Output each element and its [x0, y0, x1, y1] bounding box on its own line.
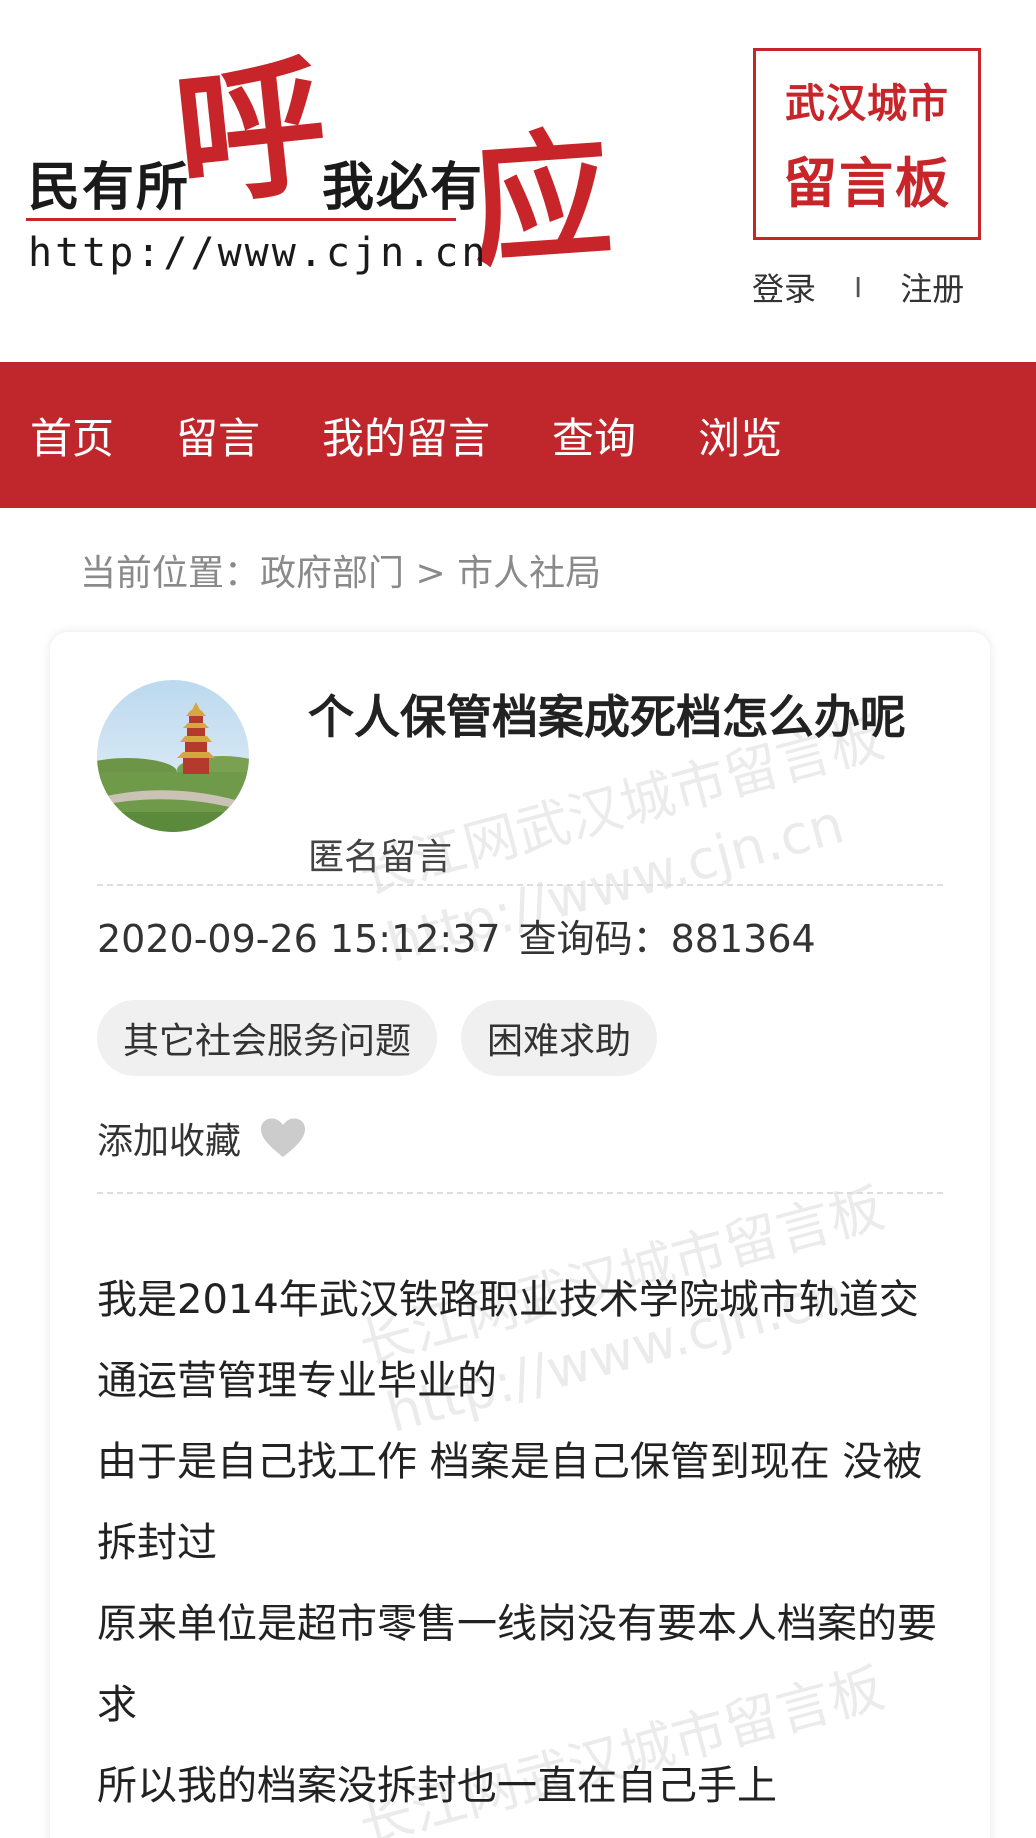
site-header: 民有所 呼 我必有 应 http://www.cjn.cn 武汉城市 留言板 登… — [0, 0, 1036, 362]
nav-item-home[interactable]: 首页 — [30, 405, 114, 466]
post-card: 长江网武汉城市留言板 http://www.cjn.cn 长江网武汉城市留言板 … — [50, 632, 990, 1838]
logo-text-1: 民有所 — [28, 158, 191, 218]
divider — [97, 1192, 943, 1194]
add-favorite-button[interactable]: 添加收藏 — [97, 1112, 307, 1164]
main-nav: 首页 留言 我的留言 查询 浏览 — [0, 362, 1036, 508]
tag-list: 其它社会服务问题 困难求助 — [97, 1000, 681, 1076]
pagoda-avatar-image — [97, 680, 249, 832]
login-link[interactable]: 登录 — [752, 264, 816, 310]
content-paragraph: 由于是自己找工作 档案是自己保管到现在 没被拆封过 — [97, 1439, 923, 1566]
auth-separator: I — [854, 270, 863, 304]
breadcrumb-label: 当前位置： — [80, 553, 261, 594]
breadcrumb-path[interactable]: 政府部门 > 市人社局 — [260, 553, 601, 594]
nav-item-my-messages[interactable]: 我的留言 — [322, 405, 490, 466]
seal-line-2: 留言板 — [783, 150, 951, 215]
add-favorite-label: 添加收藏 — [97, 1121, 242, 1162]
divider — [97, 884, 943, 886]
post-title: 个人保管档案成死档怎么办呢 — [308, 690, 906, 744]
seal-line-1: 武汉城市 — [785, 79, 949, 127]
logo-text-2: 我必有 — [322, 158, 485, 218]
content-paragraph: 原来单位是超市零售一线岗没有要本人档案的要求 — [97, 1601, 937, 1728]
tag-chip[interactable]: 困难求助 — [461, 1000, 658, 1076]
tag-chip[interactable]: 其它社会服务问题 — [97, 1000, 438, 1076]
logo-hu-char: 呼 — [167, 37, 335, 229]
post-author: 匿名留言 — [308, 837, 453, 878]
post-content: 我是2014年武汉铁路职业技术学院城市轨道交通运营管理专业毕业的 由于是自己找工… — [97, 1260, 957, 1827]
heart-icon[interactable] — [259, 1117, 307, 1159]
nav-item-search[interactable]: 查询 — [552, 405, 636, 466]
post-meta: 2020-09-26 15:12:37 查询码：881364 — [97, 908, 834, 963]
nav-item-post-message[interactable]: 留言 — [176, 405, 260, 466]
logo-underline — [26, 218, 456, 221]
board-seal-logo[interactable]: 武汉城市 留言板 — [753, 48, 981, 240]
logo-url: http://www.cjn.cn — [28, 230, 489, 276]
site-logo[interactable]: 民有所 呼 我必有 应 http://www.cjn.cn — [26, 37, 626, 290]
post-datetime: 2020-09-26 15:12:37 — [97, 917, 501, 961]
breadcrumb: 当前位置：政府部门 > 市人社局 — [80, 544, 601, 596]
avatar — [97, 680, 249, 832]
content-paragraph: 我是2014年武汉铁路职业技术学院城市轨道交通运营管理专业毕业的 — [97, 1277, 919, 1404]
query-code: 881364 — [670, 917, 816, 961]
register-link[interactable]: 注册 — [900, 264, 964, 310]
content-paragraph: 所以我的档案没拆封也一直在自己手上 — [97, 1763, 777, 1809]
logo-ying-char: 应 — [465, 113, 617, 287]
auth-links: 登录 I 注册 — [752, 264, 964, 310]
query-code-label: 查询码： — [518, 917, 671, 961]
nav-item-browse[interactable]: 浏览 — [698, 405, 782, 466]
